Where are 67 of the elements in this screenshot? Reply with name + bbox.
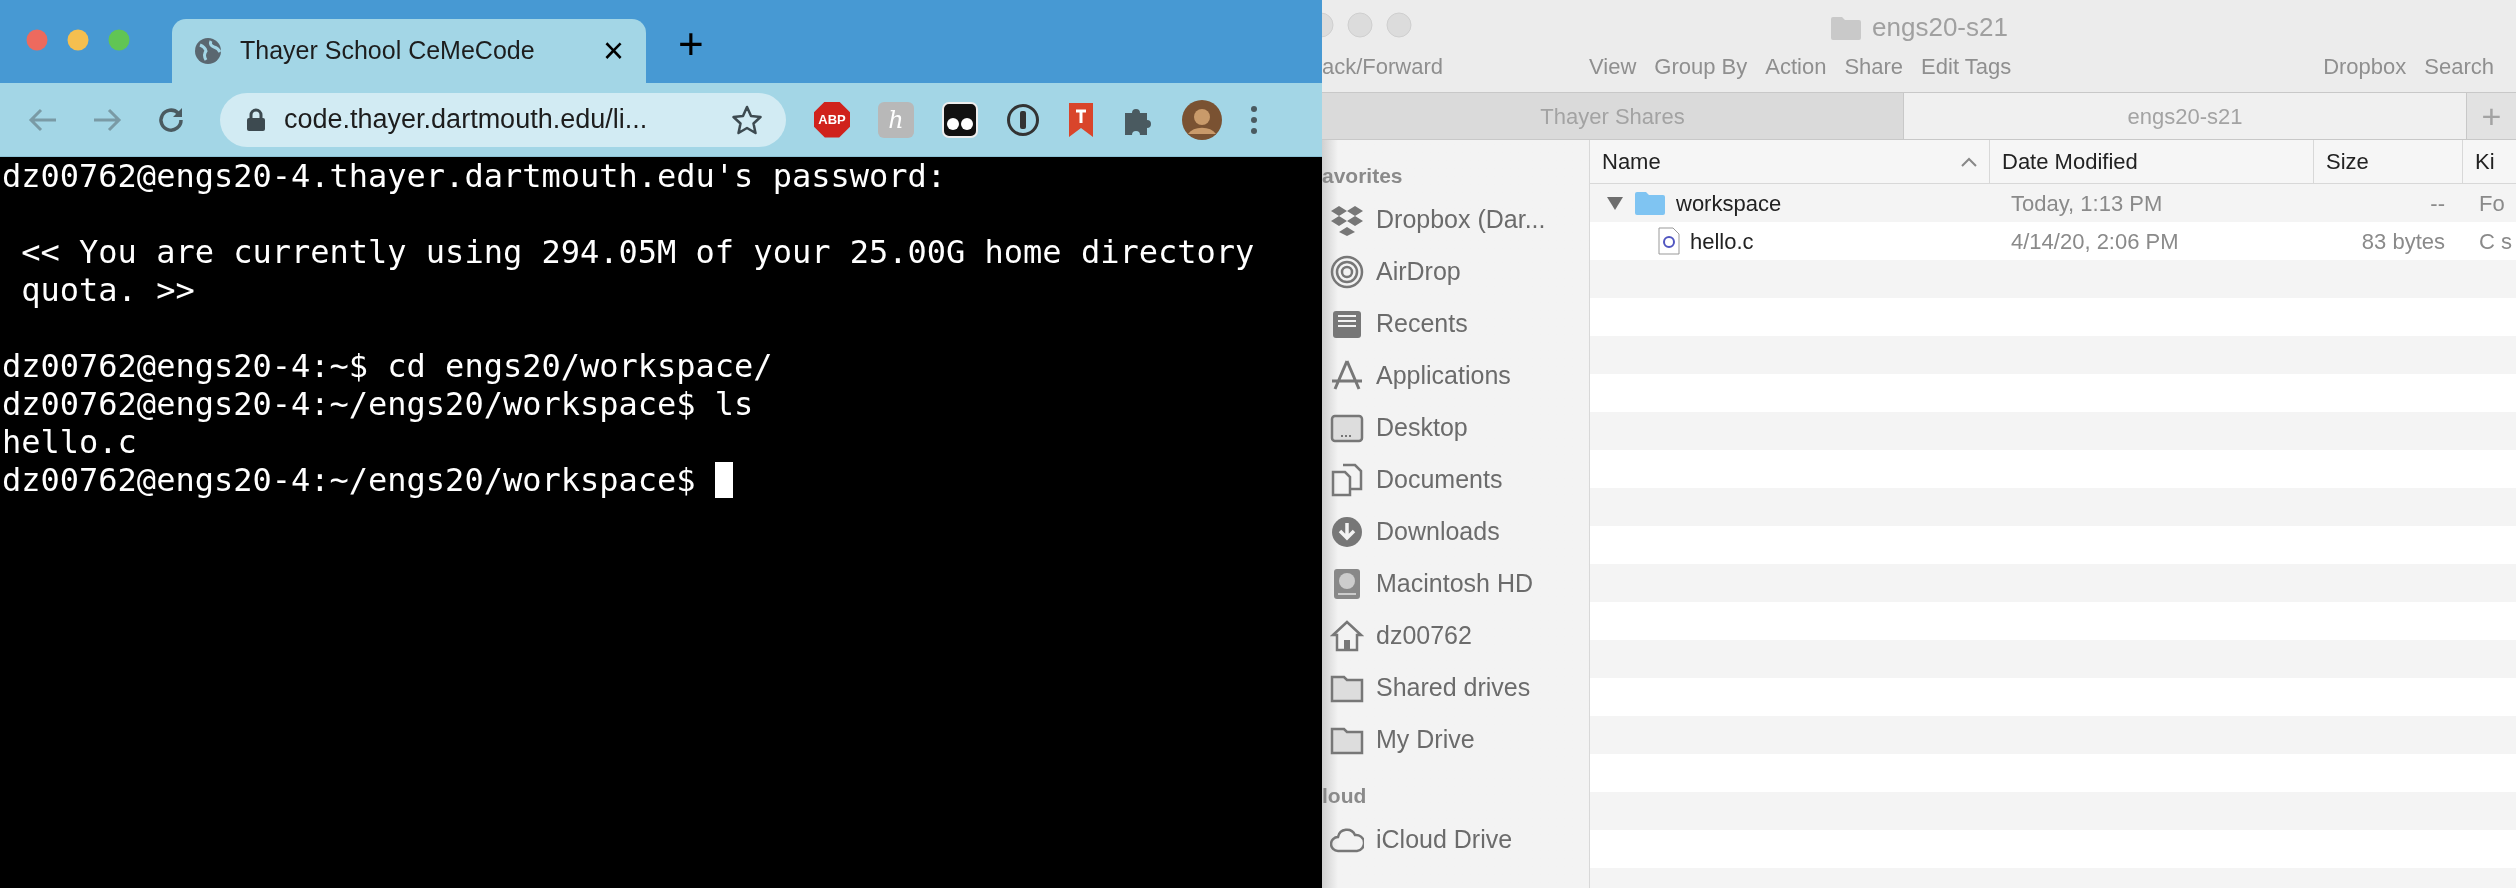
sidebar-item[interactable]: dz00762 [1322,610,1589,662]
sidebar-item[interactable]: Downloads [1322,506,1589,558]
star-icon[interactable] [732,104,762,135]
glasses-icon[interactable] [942,101,978,138]
file-name: workspace [1676,189,1782,218]
column-header[interactable]: Name [1590,140,1990,183]
house-icon [1330,619,1364,653]
download-icon [1330,515,1364,549]
lock-icon [246,107,266,132]
tab-close-button[interactable]: × [602,33,624,69]
signal-rings-icon [1330,255,1364,289]
terminal-line: hello.c [2,423,137,461]
toolbar-label[interactable]: Action [1765,50,1827,83]
file-icon [1658,227,1680,255]
browser-tab[interactable]: Thayer School CeMeCode × [172,19,646,83]
dropbox-icon [1330,203,1364,237]
globe-icon [194,37,222,65]
sidebar-item[interactable]: Dropbox (Dar... [1322,194,1589,246]
column-header[interactable]: Size [2314,140,2463,183]
folder-icon [1634,190,1666,216]
toolbar-label[interactable]: Share [1844,50,1904,83]
url-text: code.thayer.dartmouth.edu/li... [284,103,649,137]
sidebar-item[interactable]: Shared drives [1322,662,1589,714]
sidebar-item[interactable]: iCloud Drive [1322,814,1589,866]
column-header[interactable]: Date Modified [1990,140,2314,183]
sidebar-item[interactable]: Applications [1322,350,1589,402]
kind-cell-text: Fo [2478,189,2506,218]
terminal-line: dz00762@engs20-4.thayer.dartmouth.edu's password: [2,157,946,195]
folder-icon [1830,14,1863,41]
file-row[interactable]: workspace Today, 1:13 PM -- Fo [1590,184,2516,222]
bookmark-icon[interactable] [1068,101,1094,138]
sidebar-item[interactable]: My Drive [1322,714,1589,766]
toolbar-label[interactable]: Search [2424,50,2494,83]
sidebar-item[interactable]: AirDrop [1322,246,1589,298]
terminal-line: quota. >> [20,271,195,309]
kind-cell-text: C s [2478,227,2513,256]
date-cell-text: Today, 1:13 PM [2010,189,2164,218]
sidebar-item[interactable]: Desktop [1322,402,1589,454]
address-bar[interactable]: code.thayer.dartmouth.edu/li... [220,92,786,147]
sidebar-heading: avorites [1322,163,1404,190]
window-title: engs20-s21 [1872,11,2008,44]
menu-icon[interactable] [1250,104,1258,135]
disclosure-triangle-icon[interactable] [1606,195,1624,211]
file-name: hello.c [1690,227,1754,256]
sidebar-item[interactable]: Macintosh HD [1322,558,1589,610]
terminal-line: dz00762@engs20-4:~/engs20/workspace$ [2,461,697,499]
size-cell-text: -- [2429,189,2446,218]
sidebar-item[interactable]: Documents [1322,454,1589,506]
sidebar-heading: loud [1322,783,1368,810]
toolbar-label[interactable]: ack/Forward [1322,50,1589,83]
date-cell-text: 4/14/20, 2:06 PM [2010,227,2180,256]
column-header[interactable]: Ki [2463,140,2516,183]
sidebar-item[interactable]: Recents [1322,298,1589,350]
toolbar-label[interactable]: Group By [1654,50,1748,83]
avatar-icon[interactable] [1182,99,1222,140]
documents-icon [1330,463,1364,497]
tab-title: Thayer School CeMeCode [240,35,536,67]
size-cell-text: 83 bytes [2360,227,2446,256]
toolbar-label[interactable]: View [1589,50,1637,83]
terminal-line: << You are currently using 294.05M of your 25.00G home directory [20,233,1255,271]
terminal-line: dz00762@engs20-4:~/engs20/workspace$ ls [2,385,754,423]
terminal-line: dz00762@engs20-4:~$ cd engs20/workspace/ [2,347,773,385]
toolbar-label[interactable]: Dropbox [2323,50,2407,83]
ad-blocker-button[interactable]: ABP [814,101,850,138]
new-tab-button[interactable]: + [678,21,704,66]
keyhole-icon[interactable] [1006,102,1040,137]
toolbar-label[interactable]: Edit Tags [1921,50,2012,83]
